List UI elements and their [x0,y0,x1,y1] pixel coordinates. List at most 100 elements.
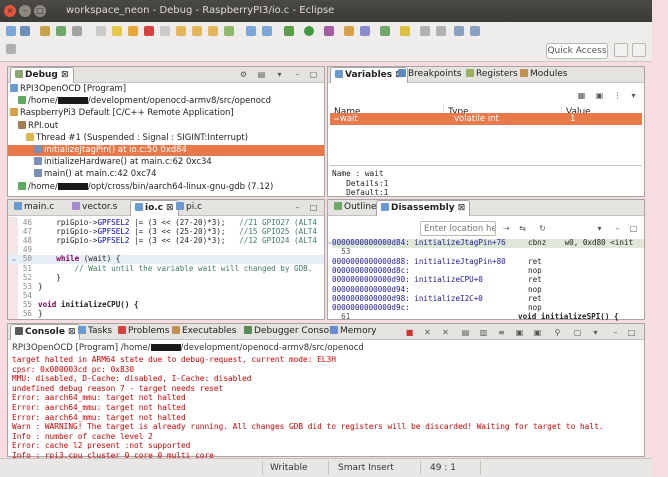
tree-item[interactable]: /home/ /opt/cross/bin/aarch64-linux-gnu-g… [8,181,324,193]
tree-item[interactable]: /home/ /development/openocd-armv8/src/ope… [8,96,324,107]
tab-disassembly[interactable]: Disassembly ⊠ [376,200,471,216]
tab-console[interactable]: Console ⊠ [10,324,81,340]
reset-icon[interactable] [262,26,272,36]
disconnect-icon[interactable] [160,26,170,36]
maximize-view-icon[interactable]: □ [309,203,318,212]
maximize-view-icon[interactable]: □ [627,328,636,337]
close-tab-icon[interactable]: ⊠ [61,70,69,80]
open-perspective-icon[interactable] [614,43,628,57]
tab-memory[interactable]: Memory [326,324,381,340]
show-standard-error-icon[interactable]: ▣ [533,328,542,337]
tree-item[interactable]: RPI.out [8,120,324,132]
quick-access-field[interactable]: Quick Access [546,43,608,59]
tree-item[interactable]: initializeHardware() at main.c:62 0xc34 [8,157,324,168]
show-type-names-icon[interactable]: ▦ [577,91,586,100]
program-icon [10,84,18,92]
remove-all-terminated-icon[interactable]: ✕ [441,328,450,337]
terminate-icon[interactable]: ■ [405,328,414,337]
scroll-lock-icon[interactable]: ▥ [479,328,488,337]
open-console-icon[interactable]: ▾ [591,328,600,337]
close-tab-icon[interactable]: ⊠ [458,203,466,213]
skip-breakpoints-icon[interactable] [72,26,82,36]
toggle-mark-occurrences-icon[interactable] [400,26,410,36]
collapse-all-icon[interactable]: ▣ [595,91,604,100]
tab-breakpoints[interactable]: Breakpoints [394,67,466,83]
code-area[interactable]: 46 rpiGpio->GPFSEL2 |= (3 << (27-20)*3);… [8,217,324,319]
view-menu-icon[interactable]: ▾ [595,224,604,233]
tab-tasks[interactable]: Tasks [74,324,116,340]
chevron-down-icon[interactable]: ▾ [275,70,284,79]
suspend-icon[interactable] [128,26,138,36]
go-to-location-icon[interactable]: ⇢ [502,224,511,233]
save-icon[interactable] [20,26,30,36]
new-c-class-icon[interactable] [360,26,370,36]
tree-item[interactable]: Thread #1 (Suspended : Signal : SIGINT:I… [8,132,324,144]
run-icon[interactable] [304,26,314,36]
forward-icon[interactable] [470,26,480,36]
minimize-view-icon[interactable]: – [611,328,620,337]
refresh-icon[interactable]: ↻ [538,224,547,233]
maximize-view-icon[interactable]: □ [629,224,638,233]
external-tools-icon[interactable] [324,26,334,36]
minimize-view-icon[interactable]: – [293,70,302,79]
chevron-down-icon[interactable]: ▾ [629,91,638,100]
debug-icon[interactable] [284,26,294,36]
link-with-debug-context-icon[interactable]: ⇆ [518,224,527,233]
reverse-debug-icon[interactable] [246,26,256,36]
tab-debug[interactable]: Debug ⊠ [10,67,74,83]
disassembly-area[interactable]: 0000000000000d84: initializeJtagPin+76 cb… [328,238,644,321]
executables-tab-icon [172,326,180,334]
display-selected-console-icon[interactable]: ▢ [573,328,582,337]
debug-perspective-icon[interactable] [632,43,646,57]
tab-modules[interactable]: Modules [516,67,571,83]
search-icon[interactable] [380,26,390,36]
tree-item[interactable]: main() at main.c:42 0xc74 [8,169,324,180]
tree-item[interactable]: RaspberryPi3 Default [C/C++ Remote Appli… [8,108,324,119]
step-into-icon[interactable] [176,26,186,36]
terminate-icon[interactable] [144,26,154,36]
console-output[interactable]: target halted in ARM64 state due to debu… [8,355,644,460]
step-return-icon[interactable] [208,26,218,36]
tree-item[interactable]: initializeJtagPin() at io.c:50 0xd84 [8,145,324,156]
view-menu-icon[interactable]: ⋮ [613,91,622,100]
pin-console-icon[interactable]: ⚲ [553,328,562,337]
location-input[interactable] [420,221,496,236]
previous-annotation-icon[interactable] [436,26,446,36]
instruction-stepping-icon[interactable] [224,26,234,36]
table-row[interactable]: ⇨wait volatile int 1 [330,113,642,125]
resume-icon[interactable] [112,26,122,36]
tab-executables[interactable]: Executables [168,324,240,340]
stack-frame-icon [34,145,42,153]
close-window-icon[interactable]: × [4,5,16,17]
status-divider [480,461,481,475]
maximize-window-icon[interactable]: □ [34,5,46,17]
minimize-window-icon[interactable]: – [19,5,31,17]
show-console-output-icon[interactable]: ▣ [515,328,524,337]
remove-launch-icon[interactable]: ✕ [423,328,432,337]
tab-outline[interactable]: Outline [330,200,381,216]
tab-file-vector-s[interactable]: vector.s [68,200,121,216]
next-annotation-icon[interactable] [420,26,430,36]
minimize-view-icon[interactable]: – [613,224,622,233]
new-file-icon[interactable] [6,26,16,36]
code-line: 55 void initializeCPU() { [8,300,324,310]
tab-file-main-c[interactable]: main.c [10,200,58,216]
remove-terminated-icon[interactable] [96,26,106,36]
open-type-icon[interactable] [56,26,66,36]
view-menu-icon[interactable]: ▤ [257,70,266,79]
maximize-view-icon[interactable]: □ [309,70,318,79]
pin-icon[interactable] [6,44,16,54]
step-over-icon[interactable] [192,26,202,36]
clear-console-icon[interactable]: ▤ [461,328,470,337]
tab-registers[interactable]: Registers [462,67,522,83]
minimize-view-icon[interactable]: – [293,203,302,212]
tree-item[interactable]: RPI3OpenOCD [Program] [8,84,324,95]
tab-file-pi-c[interactable]: pi.c [172,200,206,216]
collapse-all-icon[interactable]: ⚙ [239,70,248,79]
build-icon[interactable] [40,26,50,36]
new-c-project-icon[interactable] [344,26,354,36]
word-wrap-icon[interactable]: ≡ [497,328,506,337]
code-field: GPFSEL2 [97,236,130,246]
tab-problems[interactable]: Problems [114,324,173,340]
back-icon[interactable] [454,26,464,36]
